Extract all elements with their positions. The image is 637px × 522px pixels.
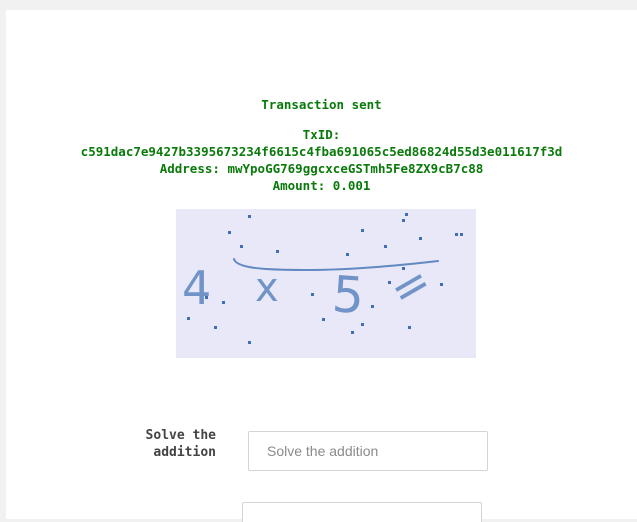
captcha-glyph: 5 (330, 265, 366, 325)
address-label: Address: (159, 161, 220, 176)
transaction-title: Transaction sent (261, 97, 382, 112)
next-input-field[interactable] (242, 502, 482, 522)
amount-value: 0.001 (332, 178, 371, 193)
transaction-result: Transaction sent TxID: c591dac7e9427b339… (6, 96, 637, 194)
amount-label: Amount: (272, 178, 326, 193)
captcha-glyph: 4 (182, 261, 211, 315)
captcha-svg: 4 x 5 = (182, 213, 463, 344)
txid-label: TxID: (302, 127, 341, 142)
captcha-image: 4 x 5 = (176, 209, 476, 358)
captcha-glyph: x (255, 265, 279, 311)
amount-row: Amount: 0.001 (6, 177, 637, 194)
address-row: Address: mwYpoGG769ggcxceGSTmh5Fe8ZX9cB7… (6, 160, 637, 177)
address-value: mwYpoGG769ggcxceGSTmh5Fe8ZX9cB7c88 (227, 161, 484, 176)
addition-label: Solve the addition (145, 428, 216, 460)
addition-input[interactable] (248, 431, 488, 471)
txid-value: c591dac7e9427b3395673234f6615c4fba691065… (80, 144, 563, 159)
faucet-card: Transaction sent TxID: c591dac7e9427b339… (6, 10, 637, 519)
